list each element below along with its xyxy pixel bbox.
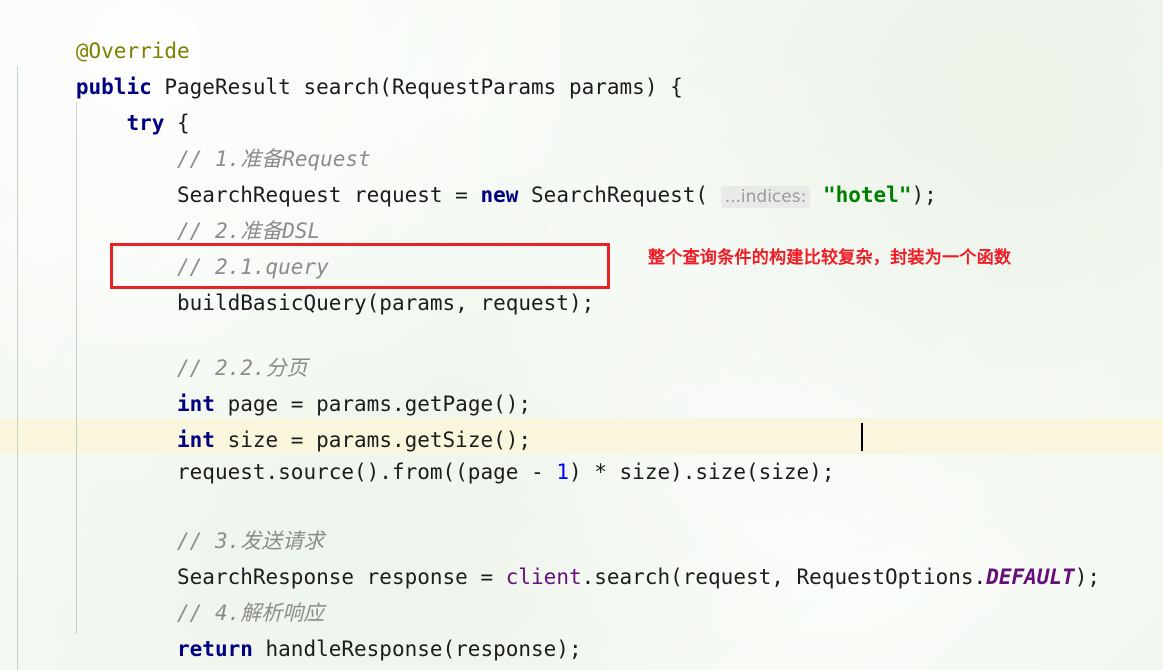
code-line-11[interactable]: int page = params.getPage();	[0, 350, 1163, 416]
code-line-5[interactable]: SearchRequest request = new SearchReques…	[0, 141, 1163, 208]
number-literal-one: 1	[556, 460, 569, 484]
text-caret	[861, 423, 863, 451]
code-line-1[interactable]: @Override	[0, 0, 1163, 63]
code-line-13[interactable]: request.source().from((page - 1) * size)…	[0, 418, 1163, 484]
source-from-expression-tail: ) * size).size(size);	[568, 460, 835, 484]
code-line-18[interactable]: return handleResponse(response);	[0, 595, 1163, 661]
code-line-12[interactable]: int size = params.getSize();	[0, 386, 1163, 452]
code-line-3[interactable]: try {	[0, 69, 1163, 135]
line-8-indent	[51, 291, 177, 315]
code-line-2[interactable]: public PageResult search(RequestParams p…	[0, 33, 1163, 99]
line-13-indent	[51, 460, 177, 484]
code-line-6[interactable]: // 2.准备DSL	[0, 177, 1163, 243]
code-line-10[interactable]: // 2.2.分页	[0, 314, 1163, 380]
code-line-16[interactable]: SearchResponse response = client.search(…	[0, 523, 1163, 589]
code-line-17[interactable]: // 4.解析响应	[0, 559, 1163, 625]
call-build-basic-query: buildBasicQuery(params, request);	[177, 291, 595, 315]
code-line-19[interactable]: } catch (IOException e) {	[0, 631, 1163, 667]
code-line-4[interactable]: // 1.准备Request	[0, 105, 1163, 171]
source-from-expression-head: request.source().from((page -	[177, 460, 557, 484]
red-highlight-box	[110, 243, 610, 289]
code-editor-canvas[interactable]: @Override public PageResult search(Reque…	[0, 0, 1163, 670]
code-line-15[interactable]: // 3.发送请求	[0, 487, 1163, 553]
red-annotation-note: 整个查询条件的构建比较复杂，封装为一个函数	[648, 248, 1012, 268]
